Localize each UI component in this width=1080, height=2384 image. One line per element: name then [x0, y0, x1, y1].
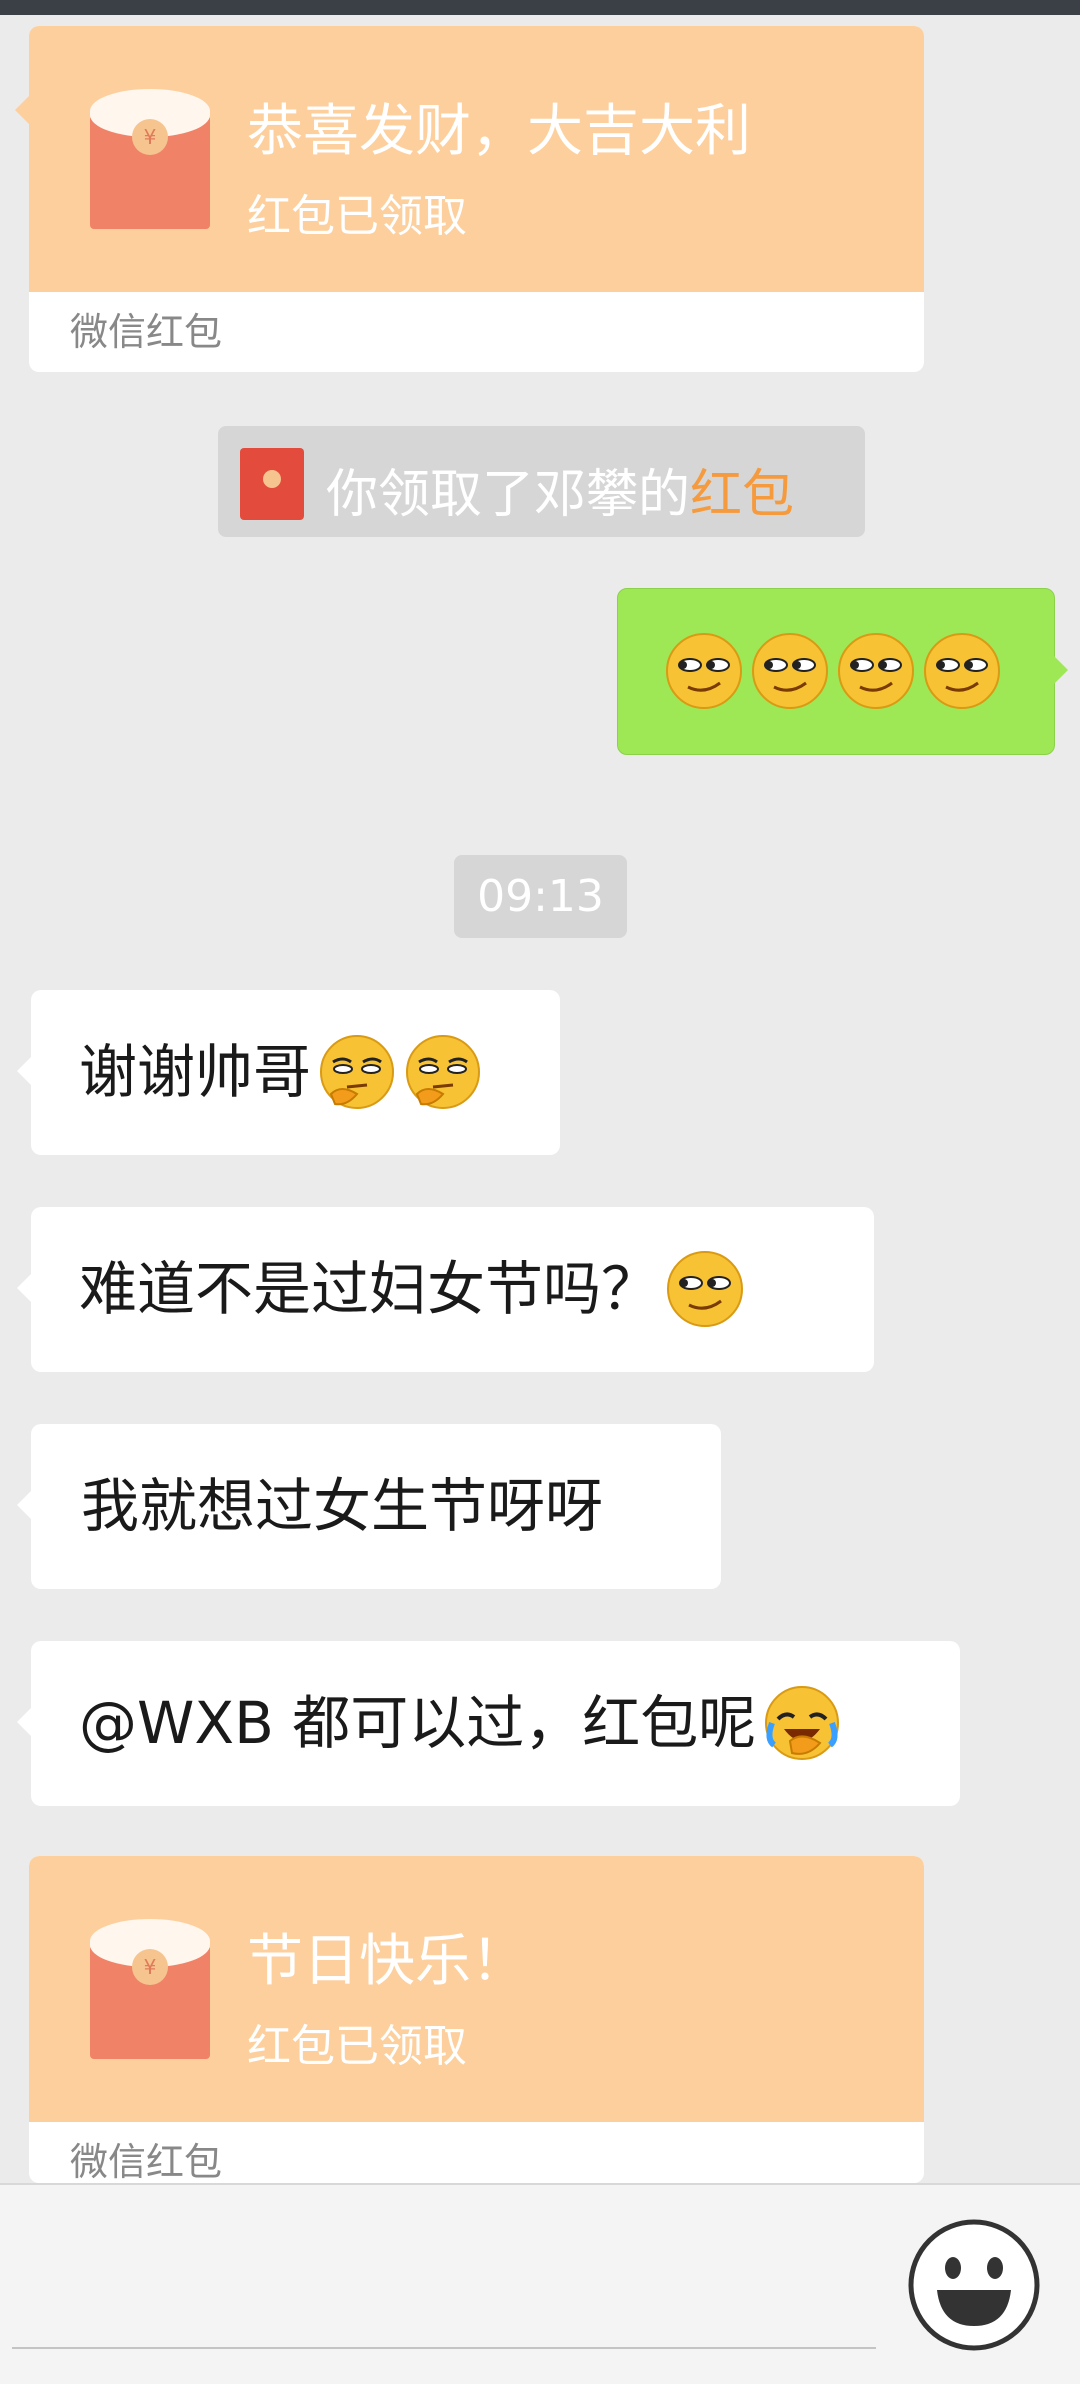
- smirk-emoji-icon: [664, 631, 744, 711]
- red-envelope-icon: ¥: [90, 1919, 210, 2059]
- smiley-face-icon: [908, 2219, 1040, 2351]
- message-text: 难道不是过妇女节吗？: [79, 1255, 660, 1323]
- smirk-emoji-icon: [750, 631, 830, 711]
- message-input[interactable]: [12, 2347, 876, 2349]
- thinking-emoji-icon: [317, 1032, 397, 1112]
- input-bar: [0, 2183, 1080, 2384]
- message-text: 谢谢帅哥: [79, 1038, 312, 1106]
- red-packet-card[interactable]: ¥ 节日快乐！ 红包已领取 微信红包: [29, 1856, 924, 2183]
- red-packet-status: 红包已领取: [247, 191, 467, 242]
- received-message-bubble[interactable]: 谢谢帅哥: [17, 990, 560, 1155]
- timestamp-badge: 09:13: [454, 855, 627, 938]
- red-packet-icon: [240, 448, 304, 520]
- emoji-row: [664, 631, 1002, 711]
- received-message-bubble[interactable]: 难道不是过妇女节吗？: [17, 1207, 874, 1372]
- red-packet-footer: 微信红包: [70, 2140, 223, 2183]
- sent-message-bubble[interactable]: [617, 588, 1068, 755]
- red-packet-greeting: 恭喜发财，大吉大利: [247, 99, 751, 164]
- smirk-emoji-icon: [922, 631, 1002, 711]
- received-message-bubble[interactable]: 我就想过女生节呀呀: [17, 1424, 721, 1589]
- system-notice: 你领取了邓攀的红包: [218, 426, 865, 537]
- red-packet-footer: 微信红包: [70, 310, 223, 354]
- smirk-emoji-icon: [836, 631, 916, 711]
- red-packet-status: 红包已领取: [247, 2021, 467, 2072]
- emoji-button[interactable]: [907, 2218, 1041, 2352]
- received-message-bubble[interactable]: @WXB 都可以过，红包呢: [17, 1641, 960, 1806]
- red-packet-card[interactable]: ¥ 恭喜发财，大吉大利 红包已领取 微信红包: [15, 26, 924, 372]
- red-packet-header: ¥ 节日快乐！ 红包已领取: [29, 1856, 924, 2122]
- message-text: 我就想过女生节呀呀: [81, 1472, 604, 1540]
- laughing-crying-emoji-icon: [762, 1683, 842, 1763]
- status-bar: [0, 0, 1080, 15]
- red-envelope-icon: ¥: [90, 89, 210, 229]
- smirk-emoji-icon: [665, 1249, 745, 1329]
- red-packet-greeting: 节日快乐！: [247, 1929, 527, 1994]
- notice-text: 你领取了邓攀的: [326, 465, 691, 525]
- red-packet-header: ¥ 恭喜发财，大吉大利 红包已领取: [15, 26, 924, 292]
- message-text: @WXB 都可以过，红包呢: [79, 1689, 757, 1757]
- thinking-emoji-icon: [403, 1032, 483, 1112]
- notice-red-packet-link[interactable]: 红包: [690, 465, 794, 525]
